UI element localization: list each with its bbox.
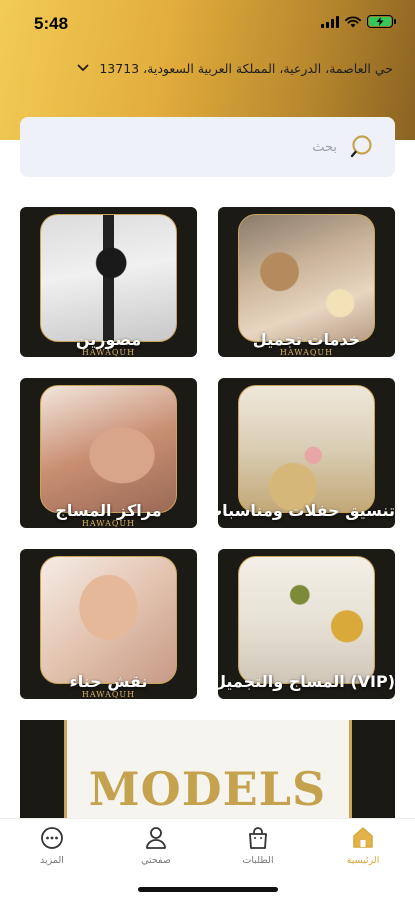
henna-image <box>40 556 177 684</box>
vip-massage-beauty-image <box>238 556 375 684</box>
search-bar[interactable]: بحث <box>20 117 395 177</box>
tab-profile[interactable]: صفحتي <box>116 825 196 866</box>
wifi-icon <box>345 15 361 27</box>
brand-mark: HAWAQUH <box>279 348 334 357</box>
photographers-image <box>40 214 177 342</box>
search-icon <box>350 135 372 158</box>
category-card-massage-centers[interactable]: مراكز المساج HAWAQUH <box>20 378 197 528</box>
tab-label: الطلبات <box>242 855 274 866</box>
banner-title: MODELS <box>88 762 327 816</box>
status-icons <box>321 15 396 28</box>
cellular-signal-icon <box>321 15 339 28</box>
battery-icon <box>367 15 396 28</box>
search-placeholder: بحث <box>312 139 337 155</box>
more-icon <box>41 827 63 849</box>
category-label: مصورين <box>75 330 142 349</box>
brand-mark: HAWAQUH <box>81 348 136 357</box>
location-selector[interactable]: حي العاصمة، الدرعية، المملكة العربية الس… <box>28 58 393 78</box>
status-bar: 5:48 <box>0 0 415 48</box>
chevron-down-icon <box>77 64 89 72</box>
home-indicator <box>138 887 278 892</box>
models-banner[interactable]: MODELS <box>20 720 395 820</box>
category-card-henna[interactable]: نقش حناء HAWAQUH <box>20 549 197 699</box>
shopping-bag-icon <box>249 827 267 849</box>
category-label: (VIP) المساج والتجميل <box>218 672 395 691</box>
category-label: خدمات تجميل <box>252 330 361 349</box>
beauty-services-image <box>238 214 375 342</box>
category-card-photographers[interactable]: مصورين HAWAQUH <box>20 207 197 357</box>
brand-mark: HAWAQUH <box>81 519 136 528</box>
tab-label: المزيد <box>40 855 64 866</box>
tab-home[interactable]: الرئيسية <box>323 825 403 866</box>
tab-label: الرئيسية <box>346 855 380 866</box>
tab-label: صفحتي <box>141 855 171 866</box>
tab-more[interactable]: المزيد <box>12 825 92 866</box>
location-text: حي العاصمة، الدرعية، المملكة العربية الس… <box>99 60 393 76</box>
category-label: مراكز المساج <box>55 501 162 520</box>
brand-mark: HAWAQUH <box>81 690 136 699</box>
category-card-beauty-services[interactable]: خدمات تجميل HAWAQUH <box>218 207 395 357</box>
tab-orders[interactable]: الطلبات <box>218 825 298 866</box>
category-label: نقش حناء <box>69 672 148 691</box>
massage-centers-image <box>40 385 177 513</box>
user-icon <box>146 827 166 849</box>
home-icon <box>353 827 373 848</box>
category-label: تنسيق حفلات ومناسبات <box>218 501 395 520</box>
category-card-event-planning[interactable]: تنسيق حفلات ومناسبات <box>218 378 395 528</box>
category-card-vip-massage-beauty[interactable]: (VIP) المساج والتجميل <box>218 549 395 699</box>
status-time: 5:48 <box>34 14 69 33</box>
event-planning-image <box>238 385 375 513</box>
